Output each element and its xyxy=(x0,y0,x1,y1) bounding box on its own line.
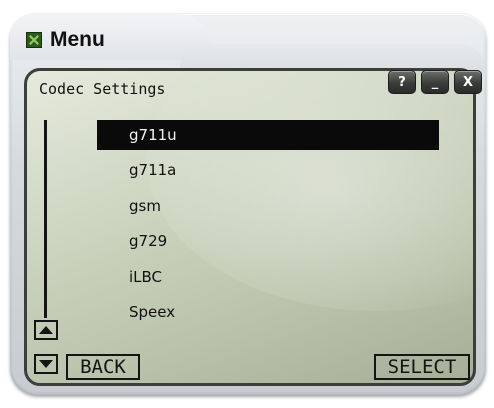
scroll-up-button[interactable] xyxy=(34,320,58,340)
codec-item-gsm[interactable]: gsm xyxy=(97,191,439,221)
window-title: Menu xyxy=(50,28,105,51)
window-controls: ? _ X xyxy=(388,70,482,94)
scroll-down-arrow-icon xyxy=(39,360,53,368)
app-logo-icon xyxy=(26,32,42,48)
back-button[interactable]: BACK xyxy=(66,354,140,380)
codec-item-ilbc[interactable]: iLBC xyxy=(97,262,439,292)
codec-item-g711u[interactable]: g711u xyxy=(97,120,439,150)
minimize-button[interactable]: _ xyxy=(421,70,449,94)
codec-item-g729[interactable]: g729 xyxy=(97,226,439,256)
codec-item-speex[interactable]: Speex xyxy=(97,297,439,327)
codec-list: g711u g711a gsm g729 iLBC Speex xyxy=(97,120,439,332)
help-button[interactable]: ? xyxy=(388,70,416,94)
scroll-up-arrow-icon xyxy=(39,326,53,334)
close-button[interactable]: X xyxy=(454,70,482,94)
window-title-bar[interactable]: Menu xyxy=(26,28,105,52)
screen-title: Codec Settings xyxy=(39,80,166,98)
select-button[interactable]: SELECT xyxy=(374,354,470,380)
scroll-down-button[interactable] xyxy=(34,354,58,374)
codec-item-g711a[interactable]: g711a xyxy=(97,155,439,185)
scroll-track[interactable] xyxy=(44,120,47,318)
